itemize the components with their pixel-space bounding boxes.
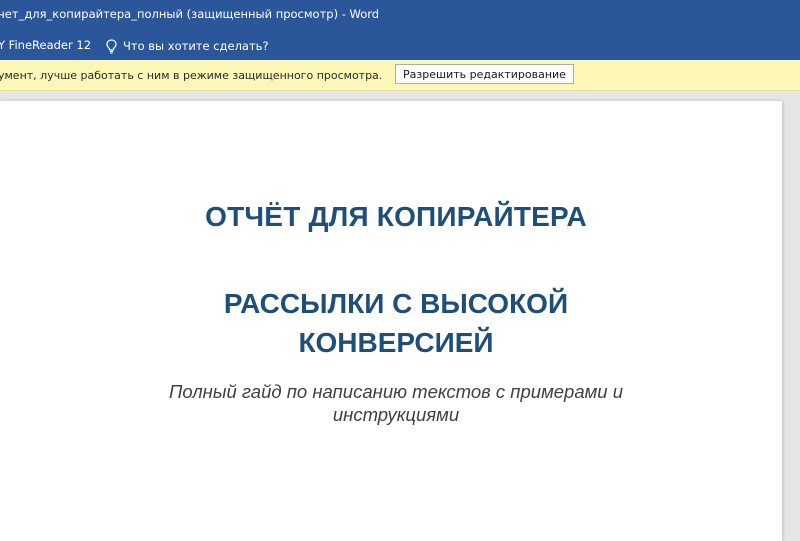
protected-view-message: умент, лучше работать с ним в режиме защ… (0, 69, 383, 82)
subtitle-line: РАССЫЛКИ С ВЫСОКОЙ (223, 288, 569, 319)
document-area: ОТЧЁТ ДЛЯ КОПИРАЙТЕРА РАССЫЛКИ С ВЫСОКОЙ… (0, 91, 800, 541)
description-line: Полный гайд по написанию текстов с приме… (168, 381, 624, 402)
tell-me-label: Что вы хотите сделать? (123, 39, 269, 53)
window-title: чет_для_копирайтера_полный (защищенный п… (0, 7, 380, 21)
document-subtitle: РАССЫЛКИ С ВЫСОКОЙ КОНВЕРСИЕЙ (0, 284, 792, 362)
ribbon-tabs: Y FineReader 12 Что вы хотите сделать? (0, 31, 800, 60)
enable-editing-button[interactable]: Разрешить редактирование (395, 64, 574, 84)
tell-me-box[interactable]: Что вы хотите сделать? (106, 36, 269, 56)
description-line: инструкциями (332, 404, 460, 425)
tab-abbyy-finereader[interactable]: Y FineReader 12 (0, 38, 91, 52)
document-title: ОТЧЁТ ДЛЯ КОПИРАЙТЕРА (205, 201, 587, 232)
vertical-scrollbar[interactable] (788, 91, 800, 530)
subtitle-line: КОНВЕРСИЕЙ (298, 327, 494, 358)
document-description: Полный гайд по написанию текстов с приме… (0, 380, 792, 426)
title-bar: чет_для_копирайтера_полный (защищенный п… (0, 0, 800, 31)
lightbulb-icon (106, 38, 117, 54)
document-page: ОТЧЁТ ДЛЯ КОПИРАЙТЕРА РАССЫЛКИ С ВЫСОКОЙ… (0, 101, 782, 541)
protected-view-bar: умент, лучше работать с ним в режиме защ… (0, 60, 800, 91)
